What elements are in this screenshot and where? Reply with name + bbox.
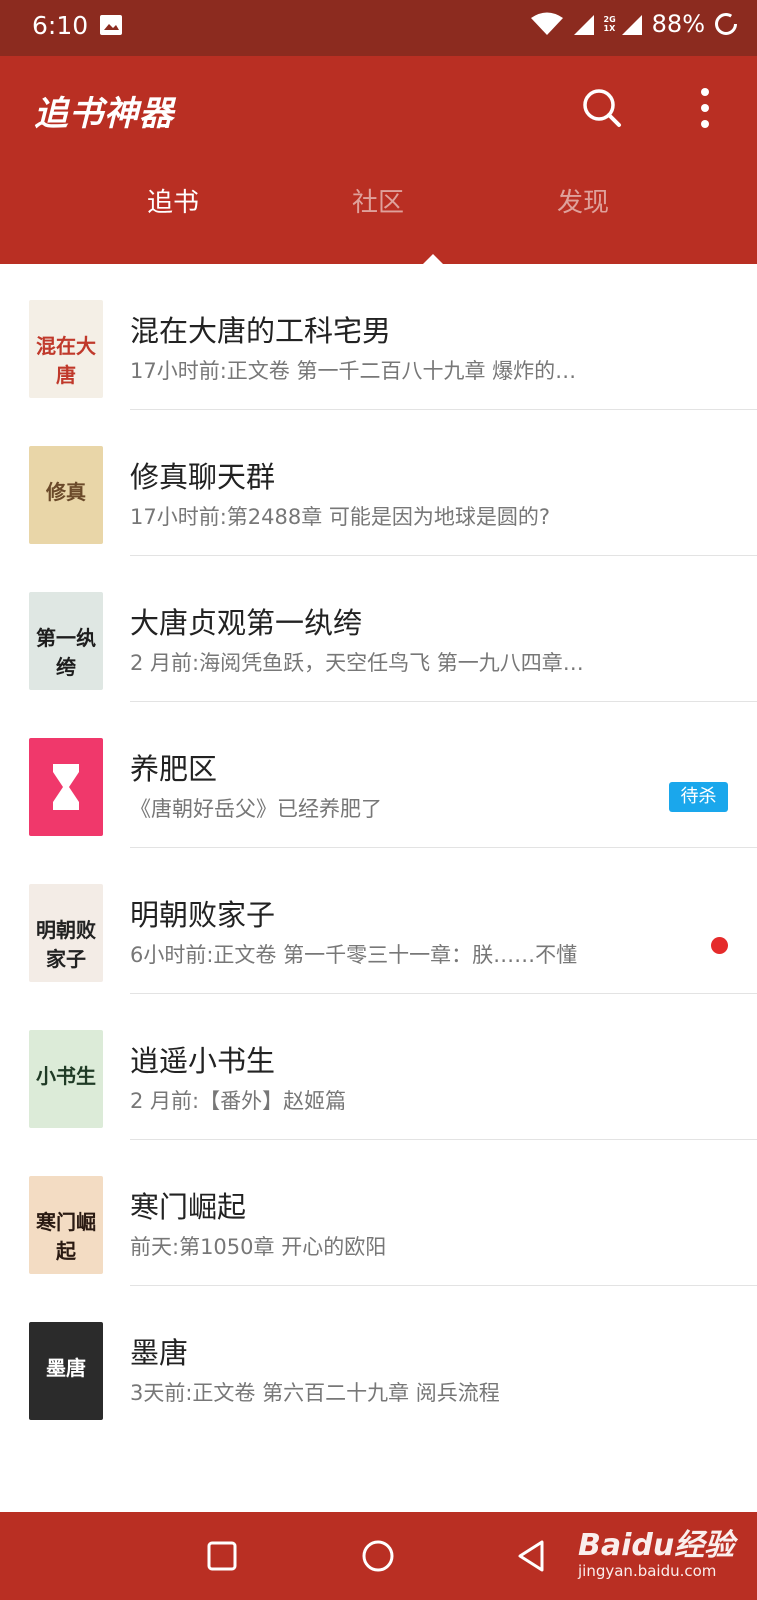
baidu-watermark: Baidu经验 jingyan.baidu.com xyxy=(578,1520,734,1580)
status-icons: 2G 1X 88% xyxy=(530,10,739,38)
signal-icon-2 xyxy=(621,15,642,35)
cover-text: 小书生 xyxy=(36,1064,96,1088)
book-title: 逍遥小书生 xyxy=(130,1044,276,1078)
book-latest-chapter: 6小时前:正文卷 第一千零三十一章：朕……不懂 xyxy=(130,943,578,967)
recents-button[interactable] xyxy=(200,1534,244,1578)
battery-percent: 88% xyxy=(651,10,705,38)
tab-faxian[interactable]: 发现 xyxy=(483,182,683,219)
tab-zhuishu[interactable]: 追书 xyxy=(73,182,273,219)
book-cover: 明朝败家子 xyxy=(29,884,103,982)
home-button[interactable] xyxy=(356,1534,400,1578)
unread-dot-icon xyxy=(711,937,728,954)
search-icon xyxy=(583,89,621,127)
status-bar: 6:10 2G 1X 88% xyxy=(0,0,757,56)
tab-bar: 追书 社区 发现 xyxy=(0,182,757,242)
book-row[interactable]: 墨唐 墨唐 3天前:正文卷 第六百二十九章 阅兵流程 xyxy=(0,1286,757,1432)
network-type-label: 2G 1X xyxy=(603,15,616,33)
book-cover: 修真 xyxy=(29,446,103,544)
cover-text: 修真 xyxy=(46,480,86,504)
book-latest-chapter: 2 月前:海阅凭鱼跃，天空任鸟飞 第一九八四章… xyxy=(130,651,584,675)
circle-icon xyxy=(362,1540,394,1572)
book-row[interactable]: 养肥区《唐朝好岳父》已经养肥了 待杀 xyxy=(0,702,757,848)
book-title: 明朝败家子 xyxy=(130,898,276,932)
book-row[interactable]: 混在大唐 混在大唐的工科宅男 17小时前:正文卷 第一千二百八十九章 爆炸的… xyxy=(0,264,757,410)
more-vertical-icon xyxy=(701,88,709,128)
battery-ring-icon xyxy=(715,13,737,35)
navigation-bar: Baidu经验 jingyan.baidu.com xyxy=(0,1512,757,1600)
book-latest-chapter: 17小时前:第2488章 可能是因为地球是圆的? xyxy=(130,505,551,529)
back-button[interactable] xyxy=(510,1534,554,1578)
app-bar: 追书神器 追书 社区 发现 xyxy=(0,56,757,264)
cover-text: 明朝败家子 xyxy=(36,918,96,971)
watermark-sub: jingyan.baidu.com xyxy=(578,1562,717,1580)
book-latest-chapter: 《唐朝好岳父》已经养肥了 xyxy=(130,797,382,821)
book-latest-chapter: 2 月前:【番外】赵姬篇 xyxy=(130,1089,347,1113)
book-latest-chapter: 前天:第1050章 开心的欧阳 xyxy=(130,1235,387,1259)
book-row[interactable]: 修真 修真聊天群 17小时前:第2488章 可能是因为地球是圆的? xyxy=(0,410,757,556)
book-row[interactable]: 明朝败家子 明朝败家子 6小时前:正文卷 第一千零三十一章：朕……不懂 xyxy=(0,848,757,994)
book-cover: 墨唐 xyxy=(29,1322,103,1420)
signal-icon xyxy=(573,15,594,35)
watermark-main: Baidu经验 xyxy=(578,1528,735,1563)
wifi-icon xyxy=(530,12,563,35)
hourglass-folder-icon xyxy=(29,738,103,836)
cover-text: 墨唐 xyxy=(46,1356,86,1380)
image-notification-icon xyxy=(100,15,122,35)
book-cover: 小书生 xyxy=(29,1030,103,1128)
cover-text: 第一纨绔 xyxy=(36,626,96,679)
cover-text: 混在大唐 xyxy=(36,334,96,387)
book-title: 养肥区 xyxy=(130,752,218,786)
book-latest-chapter: 17小时前:正文卷 第一千二百八十九章 爆炸的… xyxy=(130,359,577,383)
tab-indicator xyxy=(423,254,443,264)
book-row[interactable]: 小书生 逍遥小书生 2 月前:【番外】赵姬篇 xyxy=(0,994,757,1140)
tab-shequ[interactable]: 社区 xyxy=(278,182,478,219)
book-list: 混在大唐 混在大唐的工科宅男 17小时前:正文卷 第一千二百八十九章 爆炸的… 修真修… xyxy=(0,264,757,1432)
book-cover: 混在大唐 xyxy=(29,300,103,398)
cover-text: 寒门崛起 xyxy=(36,1210,96,1263)
book-row[interactable]: 第一纨绔 大唐贞观第一纨绔 2 月前:海阅凭鱼跃，天空任鸟飞 第一九八四章… xyxy=(0,556,757,702)
more-options-button[interactable] xyxy=(690,84,720,132)
book-title: 寒门崛起 xyxy=(130,1190,247,1224)
app-title: 追书神器 xyxy=(34,94,174,134)
book-title: 修真聊天群 xyxy=(130,460,276,494)
search-button[interactable] xyxy=(580,86,624,130)
book-row[interactable]: 寒门崛起 寒门崛起 前天:第1050章 开心的欧阳 xyxy=(0,1140,757,1286)
book-cover: 寒门崛起 xyxy=(29,1176,103,1274)
book-title: 墨唐 xyxy=(130,1336,189,1370)
book-title: 大唐贞观第一纨绔 xyxy=(130,606,363,640)
square-icon xyxy=(207,1541,237,1571)
book-title: 混在大唐的工科宅男 xyxy=(130,314,392,348)
triangle-back-icon xyxy=(518,1540,544,1572)
status-badge: 待杀 xyxy=(669,782,728,812)
book-latest-chapter: 3天前:正文卷 第六百二十九章 阅兵流程 xyxy=(130,1381,500,1405)
status-time: 6:10 xyxy=(32,11,89,40)
book-cover: 第一纨绔 xyxy=(29,592,103,690)
